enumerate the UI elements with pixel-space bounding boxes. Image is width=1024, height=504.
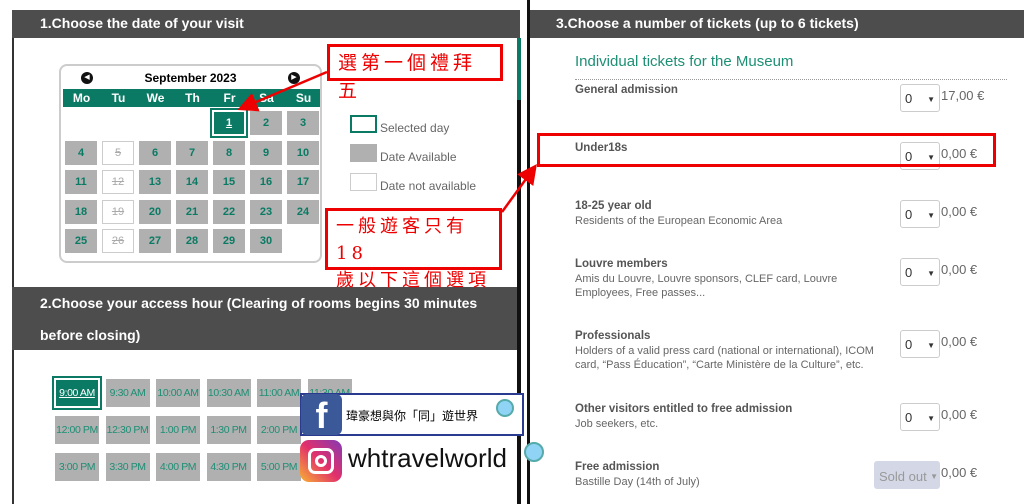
instagram-icon [300, 440, 342, 482]
facebook-watermark: f 瑋豪想與你「同」遊世界 [300, 393, 524, 436]
facebook-name: 瑋豪想與你「同」遊世界 [346, 409, 479, 423]
search-icon [496, 399, 514, 417]
arrow-to-friday [237, 70, 328, 112]
arrow-to-under18 [500, 163, 537, 213]
search-icon [524, 442, 544, 462]
instagram-handle: whtravelworld [348, 443, 507, 473]
facebook-icon: f [301, 394, 342, 436]
instagram-watermark: whtravelworld [300, 440, 560, 484]
